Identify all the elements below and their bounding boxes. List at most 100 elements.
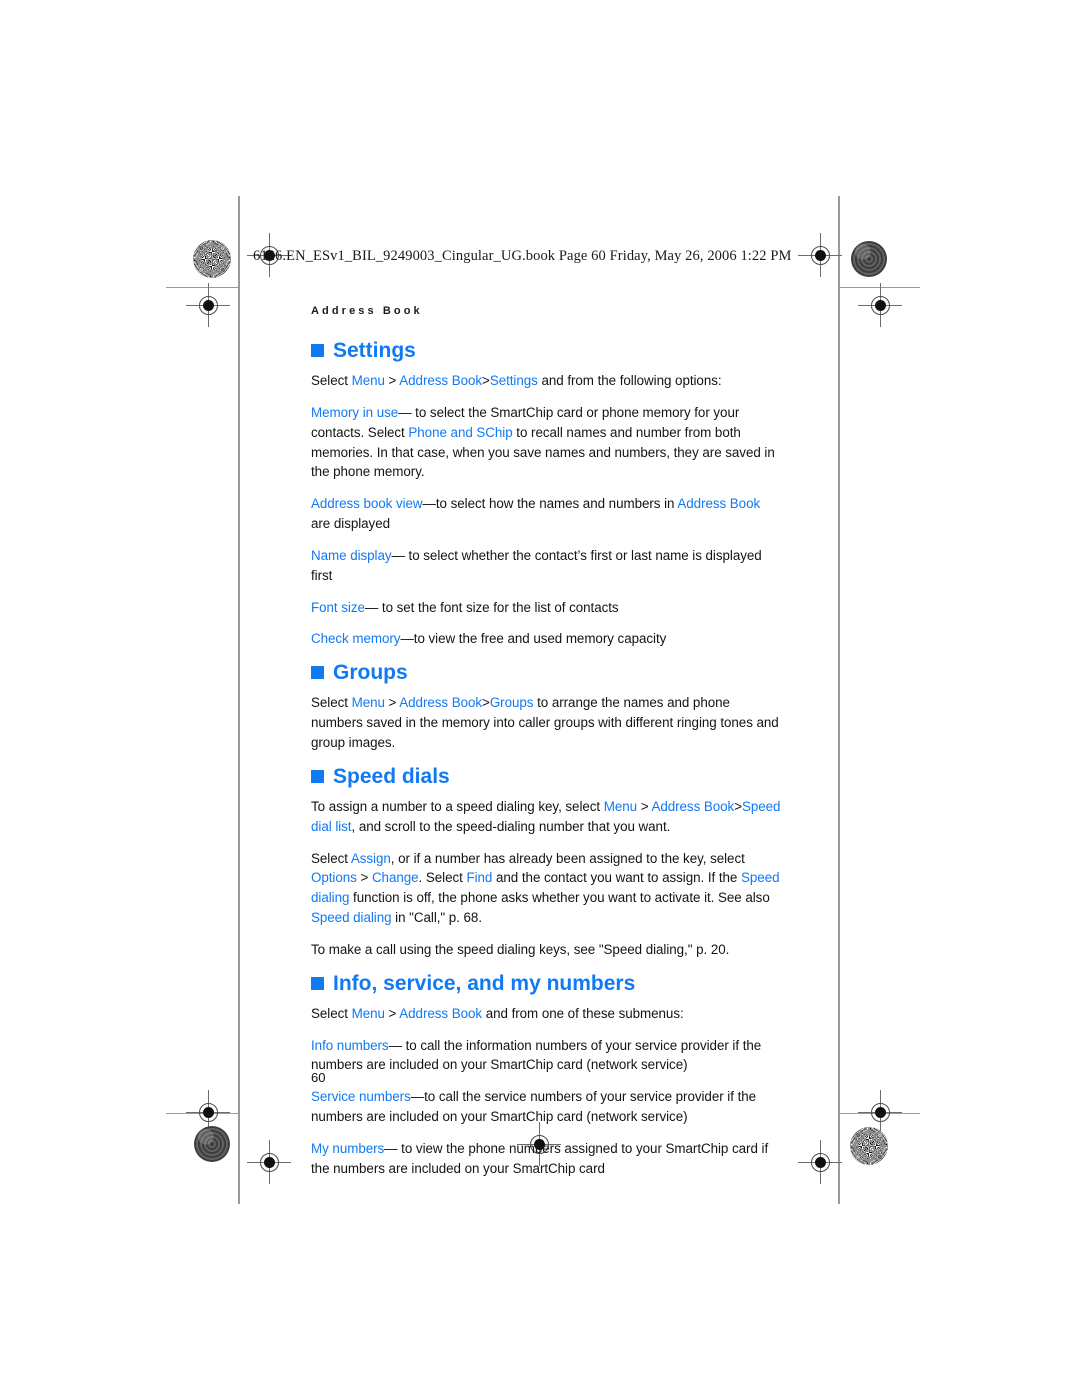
ui-term: Info numbers — [311, 1037, 389, 1053]
body-text: > — [384, 373, 400, 389]
paragraph-check-memory: Check memory—to view the free and used m… — [311, 629, 781, 649]
paragraph-name-display: Name display— to select whether the cont… — [311, 546, 781, 586]
section-heading-info-service-my-numbers: Info, service, and my numbers — [311, 972, 781, 995]
body-text: — — [384, 1140, 398, 1156]
registration-mark-bottom-right-outer — [858, 1090, 902, 1134]
square-bullet-icon — [311, 344, 324, 358]
page-number: 60 — [311, 1070, 326, 1085]
paragraph-settings-intro: Select Menu > Address Book>Settings and … — [311, 371, 781, 391]
registration-mark-top-right-outer — [858, 283, 902, 327]
square-bullet-icon — [311, 976, 324, 990]
trim-line-bottom-left-horizontal — [166, 1113, 238, 1114]
body-text: Select — [311, 850, 351, 866]
section-heading-label: Groups — [333, 661, 408, 685]
body-text: — — [422, 496, 436, 512]
body-text: to view the free and used memory capacit… — [413, 631, 667, 647]
ui-term: Address Book — [399, 695, 483, 711]
body-text: — — [391, 547, 405, 563]
ui-term: Settings — [489, 373, 538, 389]
body-text: > — [356, 870, 372, 886]
body-text: function is off, the phone asks whether … — [349, 890, 770, 906]
ui-term: Check memory — [311, 631, 401, 647]
registration-mark-top-right-inner — [798, 233, 842, 277]
section-heading-label: Settings — [333, 339, 416, 362]
ui-term: Phone and SChip — [408, 424, 513, 440]
ui-term: Menu — [351, 373, 385, 389]
body-text: > — [482, 373, 490, 389]
trim-line-right-vertical — [838, 196, 840, 1204]
paragraph-my-numbers: My numbers— to view the phone numbers as… — [311, 1139, 781, 1179]
registration-mark-bottom-left-inner — [247, 1140, 291, 1184]
body-text: — — [400, 631, 414, 647]
body-text: — — [364, 599, 379, 615]
body-text: > — [734, 798, 742, 814]
ui-term: Address Book — [399, 373, 483, 389]
density-patch-mark-top-right — [851, 241, 887, 277]
ui-term: Font size — [311, 599, 365, 615]
body-text: . Select — [418, 870, 467, 886]
ui-term: Find — [466, 870, 493, 886]
body-text: and from one of these submenus: — [482, 1005, 684, 1021]
section-heading-label: Info, service, and my numbers — [333, 971, 636, 995]
body-text: , and scroll to the speed-dialing number… — [351, 818, 671, 834]
trim-line-top-right-horizontal — [838, 287, 920, 288]
ui-term: Address Book — [651, 798, 735, 814]
ui-term: Options — [311, 870, 357, 886]
body-text: are displayed — [311, 516, 391, 532]
registration-mark-bottom-left-outer — [186, 1090, 230, 1134]
ui-term: Change — [371, 870, 419, 886]
paragraph-info-numbers: Info numbers— to call the information nu… — [311, 1036, 781, 1076]
body-text: in "Call," p. 68. — [391, 910, 482, 926]
body-text: to set the font size for the list of con… — [378, 599, 619, 615]
body-text: to select how the names and numbers in — [435, 496, 678, 512]
ui-term: Name display — [311, 547, 392, 563]
body-text: To make a call using the speed dialing k… — [311, 941, 730, 957]
paragraph-speed-dials-assign: To assign a number to a speed dialing ke… — [311, 797, 781, 837]
body-text: — — [410, 1089, 425, 1105]
body-text: > — [384, 695, 400, 711]
section-heading-speed-dials: Speed dials — [311, 765, 781, 788]
ui-term: Menu — [603, 798, 638, 814]
ui-term: Assign — [350, 850, 391, 866]
paragraph-font-size: Font size— to set the font size for the … — [311, 598, 781, 618]
paragraph-speed-dials-select: Select Assign, or if a number has alread… — [311, 849, 781, 928]
body-text: To assign a number to a speed dialing ke… — [311, 798, 604, 814]
ui-term: Menu — [351, 695, 385, 711]
ui-term: Address book view — [311, 496, 423, 512]
paragraph-memory-in-use: Memory in use— to select the SmartChip c… — [311, 403, 781, 482]
body-text: Select — [311, 373, 352, 389]
trim-line-bottom-right-horizontal — [838, 1113, 920, 1114]
registration-mark-top-left-outer — [186, 283, 230, 327]
ui-term: Speed dialing — [311, 910, 392, 926]
page-content: Address Book Settings Select Menu > Addr… — [311, 305, 781, 1191]
square-bullet-icon — [311, 769, 324, 783]
star-target-mark-top-left — [193, 240, 231, 278]
density-patch-mark-bottom-left — [194, 1126, 230, 1162]
slug-line: 6126.EN_ESv1_BIL_9249003_Cingular_UG.boo… — [253, 248, 792, 264]
paragraph-address-book-view: Address book view—to select how the name… — [311, 494, 781, 534]
section-heading-groups: Groups — [311, 661, 781, 684]
registration-mark-bottom-right-inner — [798, 1140, 842, 1184]
body-text: > — [637, 798, 652, 814]
ui-term: Memory in use — [311, 404, 399, 420]
section-heading-label: Speed dials — [333, 764, 450, 788]
body-text: and from the following options: — [537, 373, 722, 389]
section-heading-settings: Settings — [311, 339, 781, 362]
ui-term: Service numbers — [311, 1089, 411, 1105]
paragraph-service-numbers: Service numbers—to call the service numb… — [311, 1087, 781, 1127]
body-text: — — [398, 404, 412, 420]
body-text: to — [512, 424, 528, 440]
body-text: Select — [311, 695, 352, 711]
paragraph-groups-intro: Select Menu > Address Book>Groups to arr… — [311, 693, 781, 752]
running-head: Address Book — [311, 305, 423, 317]
trim-line-left-vertical — [238, 196, 240, 1204]
paragraph-speed-dials-make-call: To make a call using the speed dialing k… — [311, 940, 781, 960]
body-text: , or if a number has already been assign… — [390, 850, 745, 866]
star-target-mark-bottom-right — [850, 1127, 888, 1165]
body-text: > — [482, 695, 490, 711]
ui-term: Groups — [489, 695, 534, 711]
ui-term: Address Book — [677, 496, 761, 512]
trim-line-top-left-horizontal — [166, 287, 238, 288]
body-text: > — [384, 1005, 400, 1021]
square-bullet-icon — [311, 666, 324, 680]
